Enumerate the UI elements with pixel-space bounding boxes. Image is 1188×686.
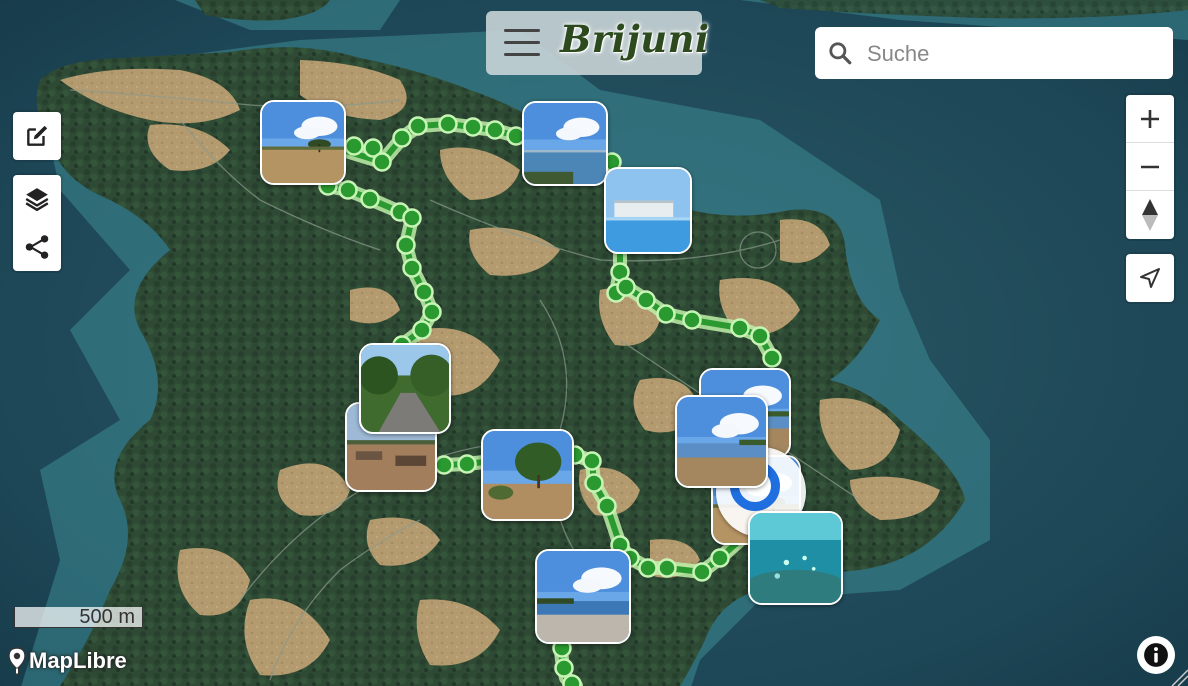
map-view[interactable]: Brijuni Suche 500 m MapLibre <box>0 0 1188 686</box>
share-button[interactable] <box>13 223 61 271</box>
edit-icon <box>27 125 48 146</box>
zoom-out-button[interactable] <box>1126 143 1174 191</box>
photo-marker[interactable] <box>481 429 574 521</box>
route-waypoint <box>408 116 428 136</box>
photo-marker[interactable] <box>359 343 451 434</box>
route-waypoint <box>438 114 458 134</box>
route-waypoint <box>730 318 750 338</box>
hamburger-menu-icon[interactable] <box>504 26 540 60</box>
route-waypoint <box>656 304 676 324</box>
route-waypoint <box>657 558 677 578</box>
maplibre-text: MapLibre <box>29 648 127 673</box>
plus-icon <box>1141 110 1159 128</box>
route-waypoint <box>562 674 582 686</box>
route-waypoint <box>392 128 412 148</box>
route-waypoint <box>338 180 358 200</box>
route-waypoint <box>402 258 422 278</box>
app-title: Brijuni <box>560 17 710 61</box>
route-waypoint <box>636 290 656 310</box>
route-waypoint <box>638 558 658 578</box>
photo-marker[interactable] <box>748 511 843 605</box>
route-waypoint <box>402 208 422 228</box>
layers-button[interactable] <box>13 175 61 223</box>
route-waypoint <box>360 189 380 209</box>
route-waypoint <box>582 451 602 471</box>
route-waypoint <box>554 658 574 678</box>
resize-grip-icon[interactable] <box>1168 666 1188 686</box>
layers-share-control <box>13 175 61 271</box>
route-waypoint <box>422 302 442 322</box>
geolocate-button[interactable] <box>1126 254 1174 302</box>
route-waypoint <box>762 348 782 368</box>
route-waypoint <box>344 136 364 156</box>
edit-button[interactable] <box>13 112 61 160</box>
search-input[interactable] <box>865 35 1165 73</box>
route-waypoint <box>692 562 712 582</box>
compass-icon <box>1142 199 1158 231</box>
photo-marker[interactable] <box>260 100 346 185</box>
zoom-in-button[interactable] <box>1126 95 1174 143</box>
route-waypoint <box>396 235 416 255</box>
search-box <box>815 27 1173 79</box>
route-waypoint <box>372 152 392 172</box>
location-arrow-icon <box>1140 268 1160 288</box>
geolocate-control <box>1126 254 1174 302</box>
layers-icon <box>25 188 49 212</box>
route-waypoint <box>457 454 477 474</box>
maplibre-logo[interactable]: MapLibre <box>8 646 127 676</box>
navigation-control <box>1126 95 1174 239</box>
route-waypoint <box>597 496 617 516</box>
scale-bar: 500 m <box>14 607 143 628</box>
title-bar: Brijuni <box>486 11 709 75</box>
minus-icon <box>1141 165 1159 169</box>
route-waypoint <box>616 277 636 297</box>
route-waypoint <box>485 120 505 140</box>
photo-marker[interactable] <box>675 395 768 488</box>
photo-marker[interactable] <box>535 549 631 644</box>
info-icon <box>1144 643 1168 667</box>
route-waypoint <box>463 117 483 137</box>
route-waypoint <box>434 455 454 475</box>
route-waypoint <box>412 320 432 340</box>
edit-control <box>13 112 61 160</box>
route-waypoint <box>750 326 770 346</box>
route-waypoint <box>414 282 434 302</box>
reset-north-button[interactable] <box>1126 191 1174 239</box>
route-waypoint <box>584 473 604 493</box>
map-pin-logo-icon <box>8 647 26 675</box>
route-waypoint <box>682 310 702 330</box>
photo-marker[interactable] <box>522 101 608 186</box>
share-icon <box>25 235 49 259</box>
route-waypoint <box>710 548 730 568</box>
photo-marker[interactable] <box>604 167 692 254</box>
search-icon <box>829 42 852 65</box>
